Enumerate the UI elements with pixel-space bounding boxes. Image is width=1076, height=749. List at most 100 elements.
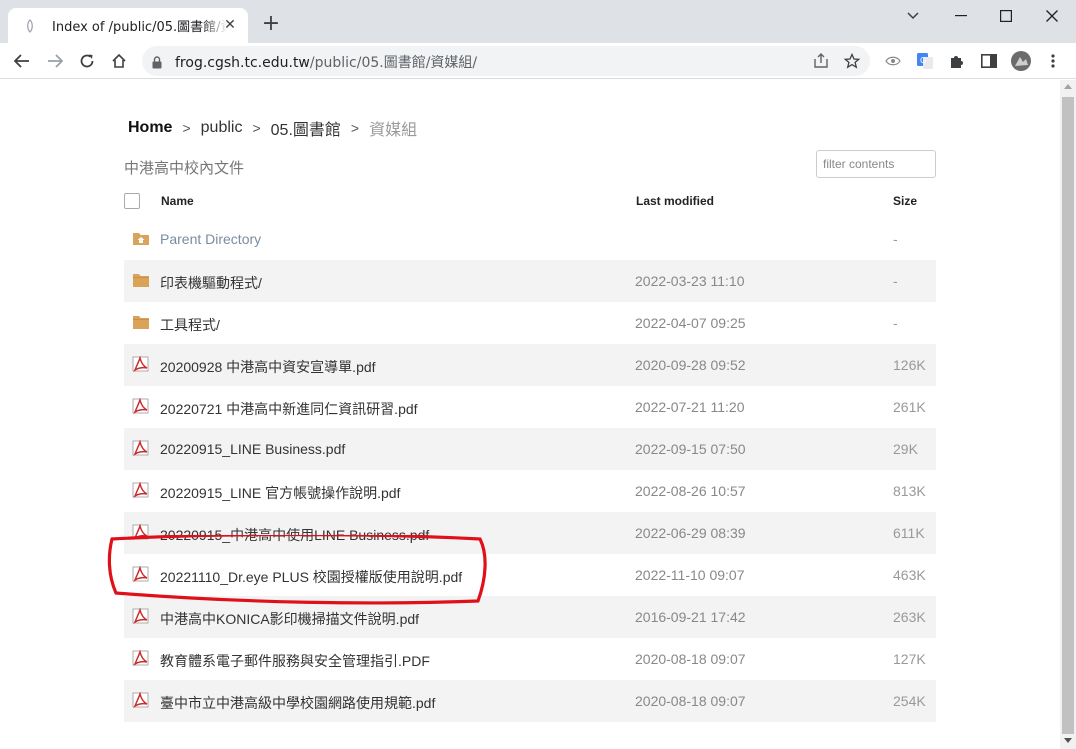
vertical-scrollbar[interactable] xyxy=(1060,80,1076,749)
file-row[interactable]: 臺中市立中港高級中學校園網路使用規範.pdf 2020-08-18 09:07 25… xyxy=(124,680,936,722)
file-row[interactable]: 印表機驅動程式/2022-03-23 11:10 - xyxy=(124,260,936,302)
file-size: 254K xyxy=(893,693,926,709)
svg-text:G: G xyxy=(920,56,926,65)
url-text[interactable]: frog.cgsh.tc.edu.tw/public/05.圖書館/資媒組/ xyxy=(175,52,477,72)
file-modified-date: 2020-08-18 09:07 xyxy=(635,693,746,709)
breadcrumb-library-link[interactable]: 05.圖書館 xyxy=(271,116,341,140)
file-row[interactable]: 工具程式/2022-04-07 09:25 - xyxy=(124,302,936,344)
file-row[interactable]: 20220721 中港高中新進同仁資訊研習.pdf 2022-07-21 11:2… xyxy=(124,386,936,428)
file-row[interactable]: 20220915_LINE Business.pdf 2022-09-15 07:… xyxy=(124,428,936,470)
file-size: 126K xyxy=(893,357,926,373)
minimize-icon[interactable] xyxy=(946,4,976,28)
scrollbar-thumb[interactable] xyxy=(1062,97,1074,734)
file-modified-date: 2016-09-21 17:42 xyxy=(635,609,746,625)
file-modified-date: 2022-04-07 09:25 xyxy=(635,315,746,331)
tab-search-chevron-down-icon[interactable] xyxy=(898,4,928,28)
file-row[interactable]: 教育體系電子郵件服務與安全管理指引.PDF 2020-08-18 09:07 127… xyxy=(124,638,936,680)
file-row[interactable]: 中港高中KONICA影印機掃描文件說明.pdf 2016-09-21 17:42 2… xyxy=(124,596,936,638)
select-all-checkbox[interactable] xyxy=(124,193,140,209)
extensions-puzzle-icon[interactable] xyxy=(947,51,967,71)
file-size: 261K xyxy=(893,399,926,415)
lock-icon[interactable] xyxy=(152,54,162,73)
pdf-icon xyxy=(132,481,150,498)
forward-arrow-icon[interactable] xyxy=(43,49,67,73)
folder-icon xyxy=(132,314,150,330)
column-header-modified[interactable]: Last modified xyxy=(636,194,714,208)
parent-directory-row[interactable]: Parent Directory - xyxy=(124,218,936,260)
file-modified-date: 2020-09-28 09:52 xyxy=(635,357,746,373)
file-size: 463K xyxy=(893,567,926,583)
file-row[interactable]: 20221110_Dr.eye PLUS 校園授權版使用說明.pdf 2022-1… xyxy=(124,554,936,596)
folder-icon xyxy=(132,272,150,288)
file-row[interactable]: 20220915_LINE 官方帳號操作說明.pdf 2022-08-26 10:… xyxy=(124,470,936,512)
table-header: Name Last modified Size xyxy=(124,190,936,220)
pdf-icon xyxy=(132,523,150,540)
address-bar[interactable]: frog.cgsh.tc.edu.tw/public/05.圖書館/資媒組/ xyxy=(142,46,870,76)
file-size: - xyxy=(893,273,898,289)
file-name-link[interactable]: 中港高中KONICA影印機掃描文件說明.pdf xyxy=(160,609,419,629)
file-modified-date: 2022-09-15 07:50 xyxy=(635,441,746,457)
file-size: 29K xyxy=(893,441,918,457)
browser-tab[interactable]: Index of /public/05.圖書館/資媒 ✕ xyxy=(8,8,248,43)
maximize-icon[interactable] xyxy=(991,4,1021,28)
browser-toolbar: frog.cgsh.tc.edu.tw/public/05.圖書館/資媒組/ G xyxy=(0,43,1076,79)
file-name-link[interactable]: 工具程式/ xyxy=(160,315,220,335)
page-viewport: Home > public > 05.圖書館 > 資媒組 中港高中校內文件 Na… xyxy=(0,80,1060,749)
pdf-icon xyxy=(132,565,150,582)
google-translate-icon[interactable]: G xyxy=(915,51,935,71)
file-name-link[interactable]: 臺中市立中港高級中學校園網路使用規範.pdf xyxy=(160,693,435,713)
file-row[interactable]: 20220915_中港高中使用LINE Business.pdf 2022-06-… xyxy=(124,512,936,554)
file-modified-date: 2022-08-26 10:57 xyxy=(635,483,746,499)
breadcrumb-home-link[interactable]: Home xyxy=(128,119,172,137)
file-size: 127K xyxy=(893,651,926,667)
extension-eye-icon[interactable] xyxy=(883,51,903,71)
reload-icon[interactable] xyxy=(75,49,99,73)
file-name-link[interactable]: 20220915_LINE Business.pdf xyxy=(160,441,345,457)
menu-kebab-icon[interactable] xyxy=(1043,51,1063,71)
file-size: 813K xyxy=(893,483,926,499)
breadcrumb-chevron-icon: > xyxy=(350,120,360,136)
new-tab-button[interactable]: + xyxy=(259,13,283,37)
close-window-icon[interactable] xyxy=(1037,4,1067,28)
breadcrumb-chevron-icon: > xyxy=(252,120,261,136)
file-name-link[interactable]: 20220915_中港高中使用LINE Business.pdf xyxy=(160,525,429,545)
browser-titlebar: Index of /public/05.圖書館/資媒 ✕ + xyxy=(0,0,1076,43)
column-header-size[interactable]: Size xyxy=(893,194,917,208)
file-size: - xyxy=(893,315,898,331)
filter-input[interactable] xyxy=(816,150,936,178)
file-size: 611K xyxy=(893,525,925,541)
file-modified-date: 2022-11-10 09:07 xyxy=(635,567,745,583)
scroll-down-arrow-icon[interactable] xyxy=(1064,738,1072,743)
file-modified-date: 2022-06-29 08:39 xyxy=(635,525,746,541)
bookmark-star-icon[interactable] xyxy=(842,52,862,70)
tab-title: Index of /public/05.圖書館/資媒 xyxy=(52,20,228,35)
file-name-link[interactable]: Parent Directory xyxy=(160,231,261,247)
column-header-name[interactable]: Name xyxy=(161,194,194,208)
file-modified-date: 2022-03-23 11:10 xyxy=(635,273,745,289)
breadcrumb: Home > public > 05.圖書館 > 資媒組 xyxy=(128,116,417,140)
file-name-link[interactable]: 20220721 中港高中新進同仁資訊研習.pdf xyxy=(160,399,418,419)
home-icon[interactable] xyxy=(107,49,131,73)
file-list: Parent Directory - 印表機驅動程式/2022-03-23 11:1… xyxy=(124,218,936,722)
share-icon[interactable] xyxy=(811,52,831,70)
file-row[interactable]: 20200928 中港高中資安宣導單.pdf 2020-09-28 09:52 12… xyxy=(124,344,936,386)
breadcrumb-current: 資媒組 xyxy=(369,122,418,139)
breadcrumb-public-link[interactable]: public xyxy=(201,119,243,137)
parent-folder-icon xyxy=(132,230,150,246)
page-favicon-icon xyxy=(22,18,38,34)
file-size: 263K xyxy=(893,609,926,625)
file-name-link[interactable]: 20220915_LINE 官方帳號操作說明.pdf xyxy=(160,483,400,503)
file-name-link[interactable]: 20221110_Dr.eye PLUS 校園授權版使用說明.pdf xyxy=(160,567,462,587)
file-name-link[interactable]: 印表機驅動程式/ xyxy=(160,273,262,293)
pdf-icon xyxy=(132,397,150,414)
tab-close-icon[interactable]: ✕ xyxy=(222,17,238,33)
scroll-up-arrow-icon[interactable] xyxy=(1064,84,1072,89)
back-arrow-icon[interactable] xyxy=(10,49,34,73)
profile-avatar[interactable] xyxy=(1011,51,1031,71)
side-panel-icon[interactable] xyxy=(979,51,999,71)
file-size: - xyxy=(893,231,898,247)
pdf-icon xyxy=(132,439,150,456)
file-name-link[interactable]: 20200928 中港高中資安宣導單.pdf xyxy=(160,357,376,377)
breadcrumb-chevron-icon: > xyxy=(182,120,191,136)
file-name-link[interactable]: 教育體系電子郵件服務與安全管理指引.PDF xyxy=(160,651,430,671)
